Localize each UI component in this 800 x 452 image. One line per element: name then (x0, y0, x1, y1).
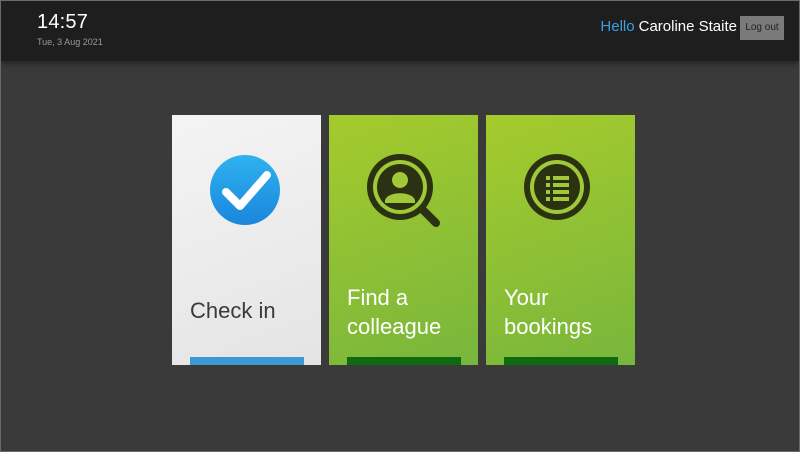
tile-label: Your bookings (504, 285, 593, 339)
logout-button[interactable]: Log out (740, 16, 784, 40)
checkmark-circle-icon (207, 151, 285, 229)
user-name: Caroline Staite (638, 18, 737, 35)
tile-find-colleague[interactable]: Find a colleague (329, 115, 478, 365)
tile-your-bookings[interactable]: Your bookings (486, 115, 635, 365)
clock-time: 14:57 (37, 11, 89, 33)
person-search-icon (364, 151, 442, 229)
tile-check-in[interactable]: Check in (172, 115, 321, 365)
user-greeting: Hello Caroline Staite (600, 18, 737, 35)
tile-accent-bar (504, 357, 618, 365)
app-window: 14:57 Tue, 3 Aug 2021 Hello Caroline Stai… (0, 0, 800, 452)
tile-label: Find a colleague (347, 285, 442, 339)
tile-accent-bar (190, 357, 304, 365)
tile-label: Check in (190, 298, 276, 323)
header-bar: 14:57 Tue, 3 Aug 2021 Hello Caroline Stai… (1, 1, 799, 61)
greeting-hello: Hello (600, 18, 635, 35)
tile-accent-bar (347, 357, 461, 365)
list-icon (521, 151, 599, 229)
clock-date: Tue, 3 Aug 2021 (37, 37, 103, 47)
